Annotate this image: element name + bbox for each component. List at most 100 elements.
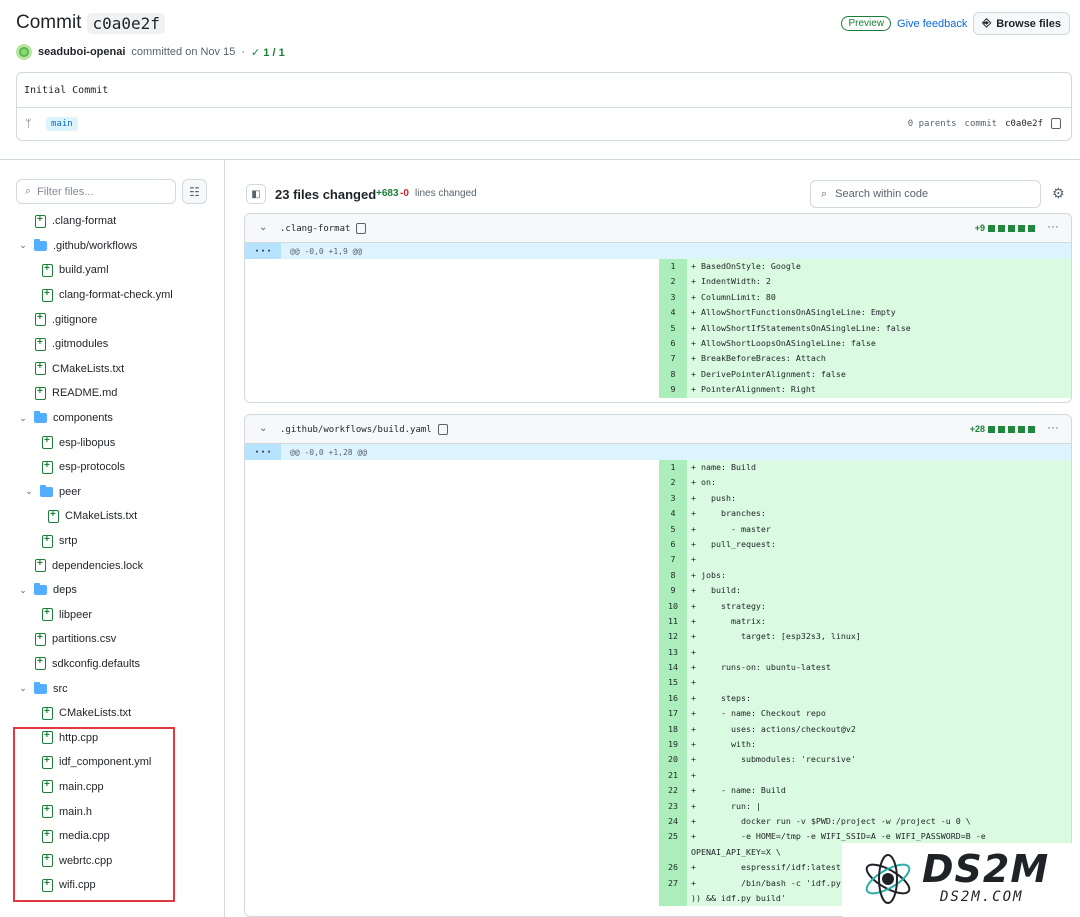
empty-left-side	[245, 829, 659, 845]
chevron-down-icon[interactable]: ⌄	[18, 240, 28, 251]
chevron-down-icon[interactable]: ⌄	[18, 585, 28, 596]
tree-file[interactable]: srtp	[0, 529, 225, 554]
tree-folder[interactable]: ⌄ peer	[0, 480, 225, 505]
expand-button[interactable]: ···	[245, 243, 281, 259]
line-number[interactable]: 25	[659, 829, 687, 845]
tree-folder[interactable]: ⌄ deps	[0, 578, 225, 603]
line-number[interactable]: 1	[659, 259, 687, 275]
line-number[interactable]: 23	[659, 798, 687, 814]
tree-file[interactable]: .gitignore	[0, 307, 225, 332]
line-number[interactable]: 2	[659, 475, 687, 491]
tree-file[interactable]: sdkconfig.defaults	[0, 652, 225, 677]
line-code: + uses: actions/checkout@v2	[687, 721, 1071, 738]
avatar[interactable]	[16, 44, 32, 60]
filter-files-input[interactable]: ⌕ Filter files...	[16, 179, 176, 204]
line-number[interactable]: 20	[659, 752, 687, 768]
line-number[interactable]: 12	[659, 629, 687, 645]
tree-folder[interactable]: ⌄ src	[0, 676, 225, 701]
line-number[interactable]: 3	[659, 289, 687, 306]
line-number[interactable]: 22	[659, 783, 687, 799]
line-number[interactable]: 5	[659, 521, 687, 537]
toggle-tree-button[interactable]: ◧	[246, 184, 266, 204]
line-number[interactable]: 15	[659, 675, 687, 691]
line-number[interactable]: 6	[659, 335, 687, 352]
chevron-down-icon[interactable]: ⌄	[259, 222, 267, 233]
diff-filename[interactable]: .clang-format	[280, 223, 367, 234]
line-number[interactable]: 17	[659, 706, 687, 722]
line-code: + - name: Build	[687, 783, 1071, 799]
copy-icon[interactable]	[1051, 118, 1061, 129]
tree-file[interactable]: build.yaml	[0, 258, 225, 283]
line-number[interactable]: 4	[659, 506, 687, 522]
line-number[interactable]: 21	[659, 767, 687, 784]
line-number[interactable]: 14	[659, 660, 687, 676]
tree-file[interactable]: README.md	[0, 381, 225, 406]
line-number[interactable]: 7	[659, 552, 687, 568]
diff-filename[interactable]: .github/workflows/build.yaml	[280, 424, 448, 435]
tree-file[interactable]: .clang-format	[0, 209, 225, 234]
line-code: +	[687, 644, 1071, 661]
copy-icon[interactable]	[437, 424, 448, 435]
chevron-down-icon[interactable]: ⌄	[24, 486, 34, 497]
line-number[interactable]: 18	[659, 721, 687, 738]
hunk-header: ··· @@ -0,0 +1,28 @@	[245, 444, 1071, 460]
search-code-input[interactable]: ⌕ Search within code	[810, 180, 1041, 208]
expand-button[interactable]: ···	[245, 444, 281, 460]
line-number[interactable]	[659, 890, 687, 907]
stat-square	[1018, 425, 1025, 433]
browse-files-button[interactable]: ⎆ Browse files	[973, 12, 1070, 35]
line-number[interactable]: 16	[659, 690, 687, 707]
gear-icon[interactable]: ⚙	[1052, 185, 1065, 202]
chevron-down-icon[interactable]: ⌄	[18, 413, 28, 424]
line-number[interactable]: 11	[659, 613, 687, 630]
tree-file[interactable]: esp-libopus	[0, 430, 225, 455]
tree-folder[interactable]: ⌄ components	[0, 406, 225, 431]
give-feedback-link[interactable]: Give feedback	[897, 18, 967, 30]
line-number[interactable]: 8	[659, 366, 687, 383]
tree-file[interactable]: dependencies.lock	[0, 553, 225, 578]
tree-file[interactable]: clang-format-check.yml	[0, 283, 225, 308]
line-number[interactable]: 2	[659, 274, 687, 290]
commit-sha-short: c0a0e2f	[1005, 118, 1043, 129]
empty-left-side	[245, 289, 659, 306]
line-number[interactable]	[659, 844, 687, 861]
tree-file[interactable]: partitions.csv	[0, 627, 225, 652]
filter-options-button[interactable]: ☷	[182, 179, 207, 204]
line-number[interactable]: 26	[659, 860, 687, 876]
tree-file[interactable]: .gitmodules	[0, 332, 225, 357]
line-number[interactable]: 13	[659, 644, 687, 661]
chevron-down-icon[interactable]: ⌄	[18, 683, 28, 694]
line-number[interactable]: 10	[659, 598, 687, 614]
tree-file[interactable]: CMakeLists.txt	[0, 701, 225, 726]
stat-square	[1008, 224, 1015, 232]
line-number[interactable]: 9	[659, 382, 687, 398]
kebab-menu-icon[interactable]: ···	[1047, 420, 1059, 434]
tree-file[interactable]: libpeer	[0, 603, 225, 628]
line-number[interactable]: 5	[659, 320, 687, 336]
line-number[interactable]: 24	[659, 813, 687, 830]
empty-left-side	[245, 274, 659, 290]
tree-folder[interactable]: ⌄ .github/workflows	[0, 234, 225, 259]
line-code: + - master	[687, 521, 1071, 537]
line-code: + jobs:	[687, 567, 1071, 584]
line-number[interactable]: 6	[659, 536, 687, 553]
checks-status[interactable]: ✓ 1 / 1	[251, 46, 285, 59]
line-number[interactable]: 3	[659, 490, 687, 507]
line-number[interactable]: 4	[659, 305, 687, 321]
line-code: +	[687, 767, 1071, 784]
empty-left-side	[245, 366, 659, 383]
line-number[interactable]: 19	[659, 737, 687, 753]
line-number[interactable]: 9	[659, 583, 687, 599]
chevron-down-icon[interactable]: ⌄	[259, 423, 267, 434]
kebab-menu-icon[interactable]: ···	[1047, 219, 1059, 233]
line-number[interactable]: 1	[659, 460, 687, 476]
tree-file[interactable]: esp-protocols	[0, 455, 225, 480]
line-number[interactable]: 7	[659, 351, 687, 367]
line-number[interactable]: 8	[659, 567, 687, 584]
line-number[interactable]: 27	[659, 875, 687, 891]
copy-icon[interactable]	[356, 223, 367, 234]
tree-file[interactable]: CMakeLists.txt	[0, 357, 225, 382]
branch-badge[interactable]: main	[46, 117, 78, 131]
author-link[interactable]: seaduboi-openai	[38, 46, 125, 58]
tree-file[interactable]: CMakeLists.txt	[0, 504, 225, 529]
